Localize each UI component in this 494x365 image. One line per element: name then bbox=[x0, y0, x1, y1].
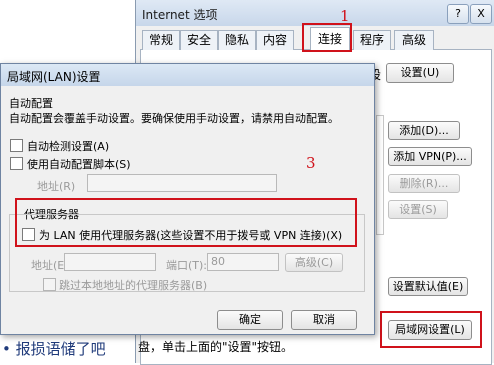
setup-button[interactable]: 设置(U) bbox=[386, 63, 454, 83]
tab-advanced[interactable]: 高级 bbox=[394, 30, 434, 50]
auto-detect-checkbox[interactable] bbox=[10, 139, 23, 152]
tab-programs[interactable]: 程序 bbox=[353, 30, 391, 50]
bypass-local-checkbox[interactable] bbox=[43, 278, 56, 291]
help-button[interactable]: ? bbox=[447, 4, 469, 24]
use-script-label[interactable]: 使用自动配置脚本(S) bbox=[27, 156, 131, 172]
auto-detect-label[interactable]: 自动检测设置(A) bbox=[27, 138, 109, 154]
lan-dialog-titlebar: 局域网(LAN)设置 bbox=[1, 64, 374, 86]
background-text-fragment: • 报损语储了吧 bbox=[2, 340, 106, 358]
ok-button[interactable]: 确定 bbox=[217, 310, 283, 330]
window-title: Internet 选项 bbox=[142, 8, 218, 22]
dialup-vpn-list bbox=[376, 115, 384, 235]
auto-config-description: 自动配置会覆盖手动设置。要确保使用手动设置，请禁用自动配置。 bbox=[9, 112, 339, 125]
annotation-number-3: 3 bbox=[306, 154, 316, 172]
use-script-checkbox[interactable] bbox=[10, 157, 23, 170]
tab-privacy[interactable]: 隐私 bbox=[218, 30, 256, 50]
script-address-label: 地址(R) bbox=[37, 180, 76, 193]
lan-dialog-title: 局域网(LAN)设置 bbox=[7, 70, 101, 84]
advanced-button[interactable]: 高级(C) bbox=[285, 253, 343, 272]
remove-button[interactable]: 删除(R)... bbox=[388, 174, 460, 193]
lan-settings-highlight bbox=[380, 311, 482, 348]
add-button[interactable]: 添加(D)... bbox=[388, 121, 460, 140]
cancel-button[interactable]: 取消 bbox=[291, 310, 357, 330]
tab-content[interactable]: 内容 bbox=[256, 30, 294, 50]
proxy-port-field[interactable]: 80 bbox=[207, 253, 279, 271]
close-button[interactable]: X bbox=[470, 4, 492, 24]
proxy-address-field[interactable] bbox=[64, 253, 156, 271]
lan-settings-note: 盘，单击上面的"设置"按钮。 bbox=[138, 340, 294, 354]
auto-config-heading: 自动配置 bbox=[9, 97, 53, 110]
proxy-port-label: 端口(T): bbox=[166, 259, 208, 272]
annotation-number-1: 1 bbox=[340, 7, 350, 25]
script-address-field[interactable] bbox=[87, 174, 277, 192]
tab-security[interactable]: 安全 bbox=[180, 30, 218, 50]
connections-tab-highlight bbox=[302, 23, 352, 52]
tab-general[interactable]: 常规 bbox=[142, 30, 180, 50]
bypass-local-label[interactable]: 跳过本地地址的代理服务器(B) bbox=[59, 277, 207, 293]
set-default-button[interactable]: 设置默认值(E) bbox=[388, 277, 468, 296]
add-vpn-button[interactable]: 添加 VPN(P)... bbox=[388, 147, 472, 166]
lan-settings-dialog: 局域网(LAN)设置 自动配置 自动配置会覆盖手动设置。要确保使用手动设置，请禁… bbox=[0, 63, 375, 335]
proxy-highlight bbox=[15, 198, 357, 247]
settings-button[interactable]: 设置(S) bbox=[388, 200, 448, 219]
